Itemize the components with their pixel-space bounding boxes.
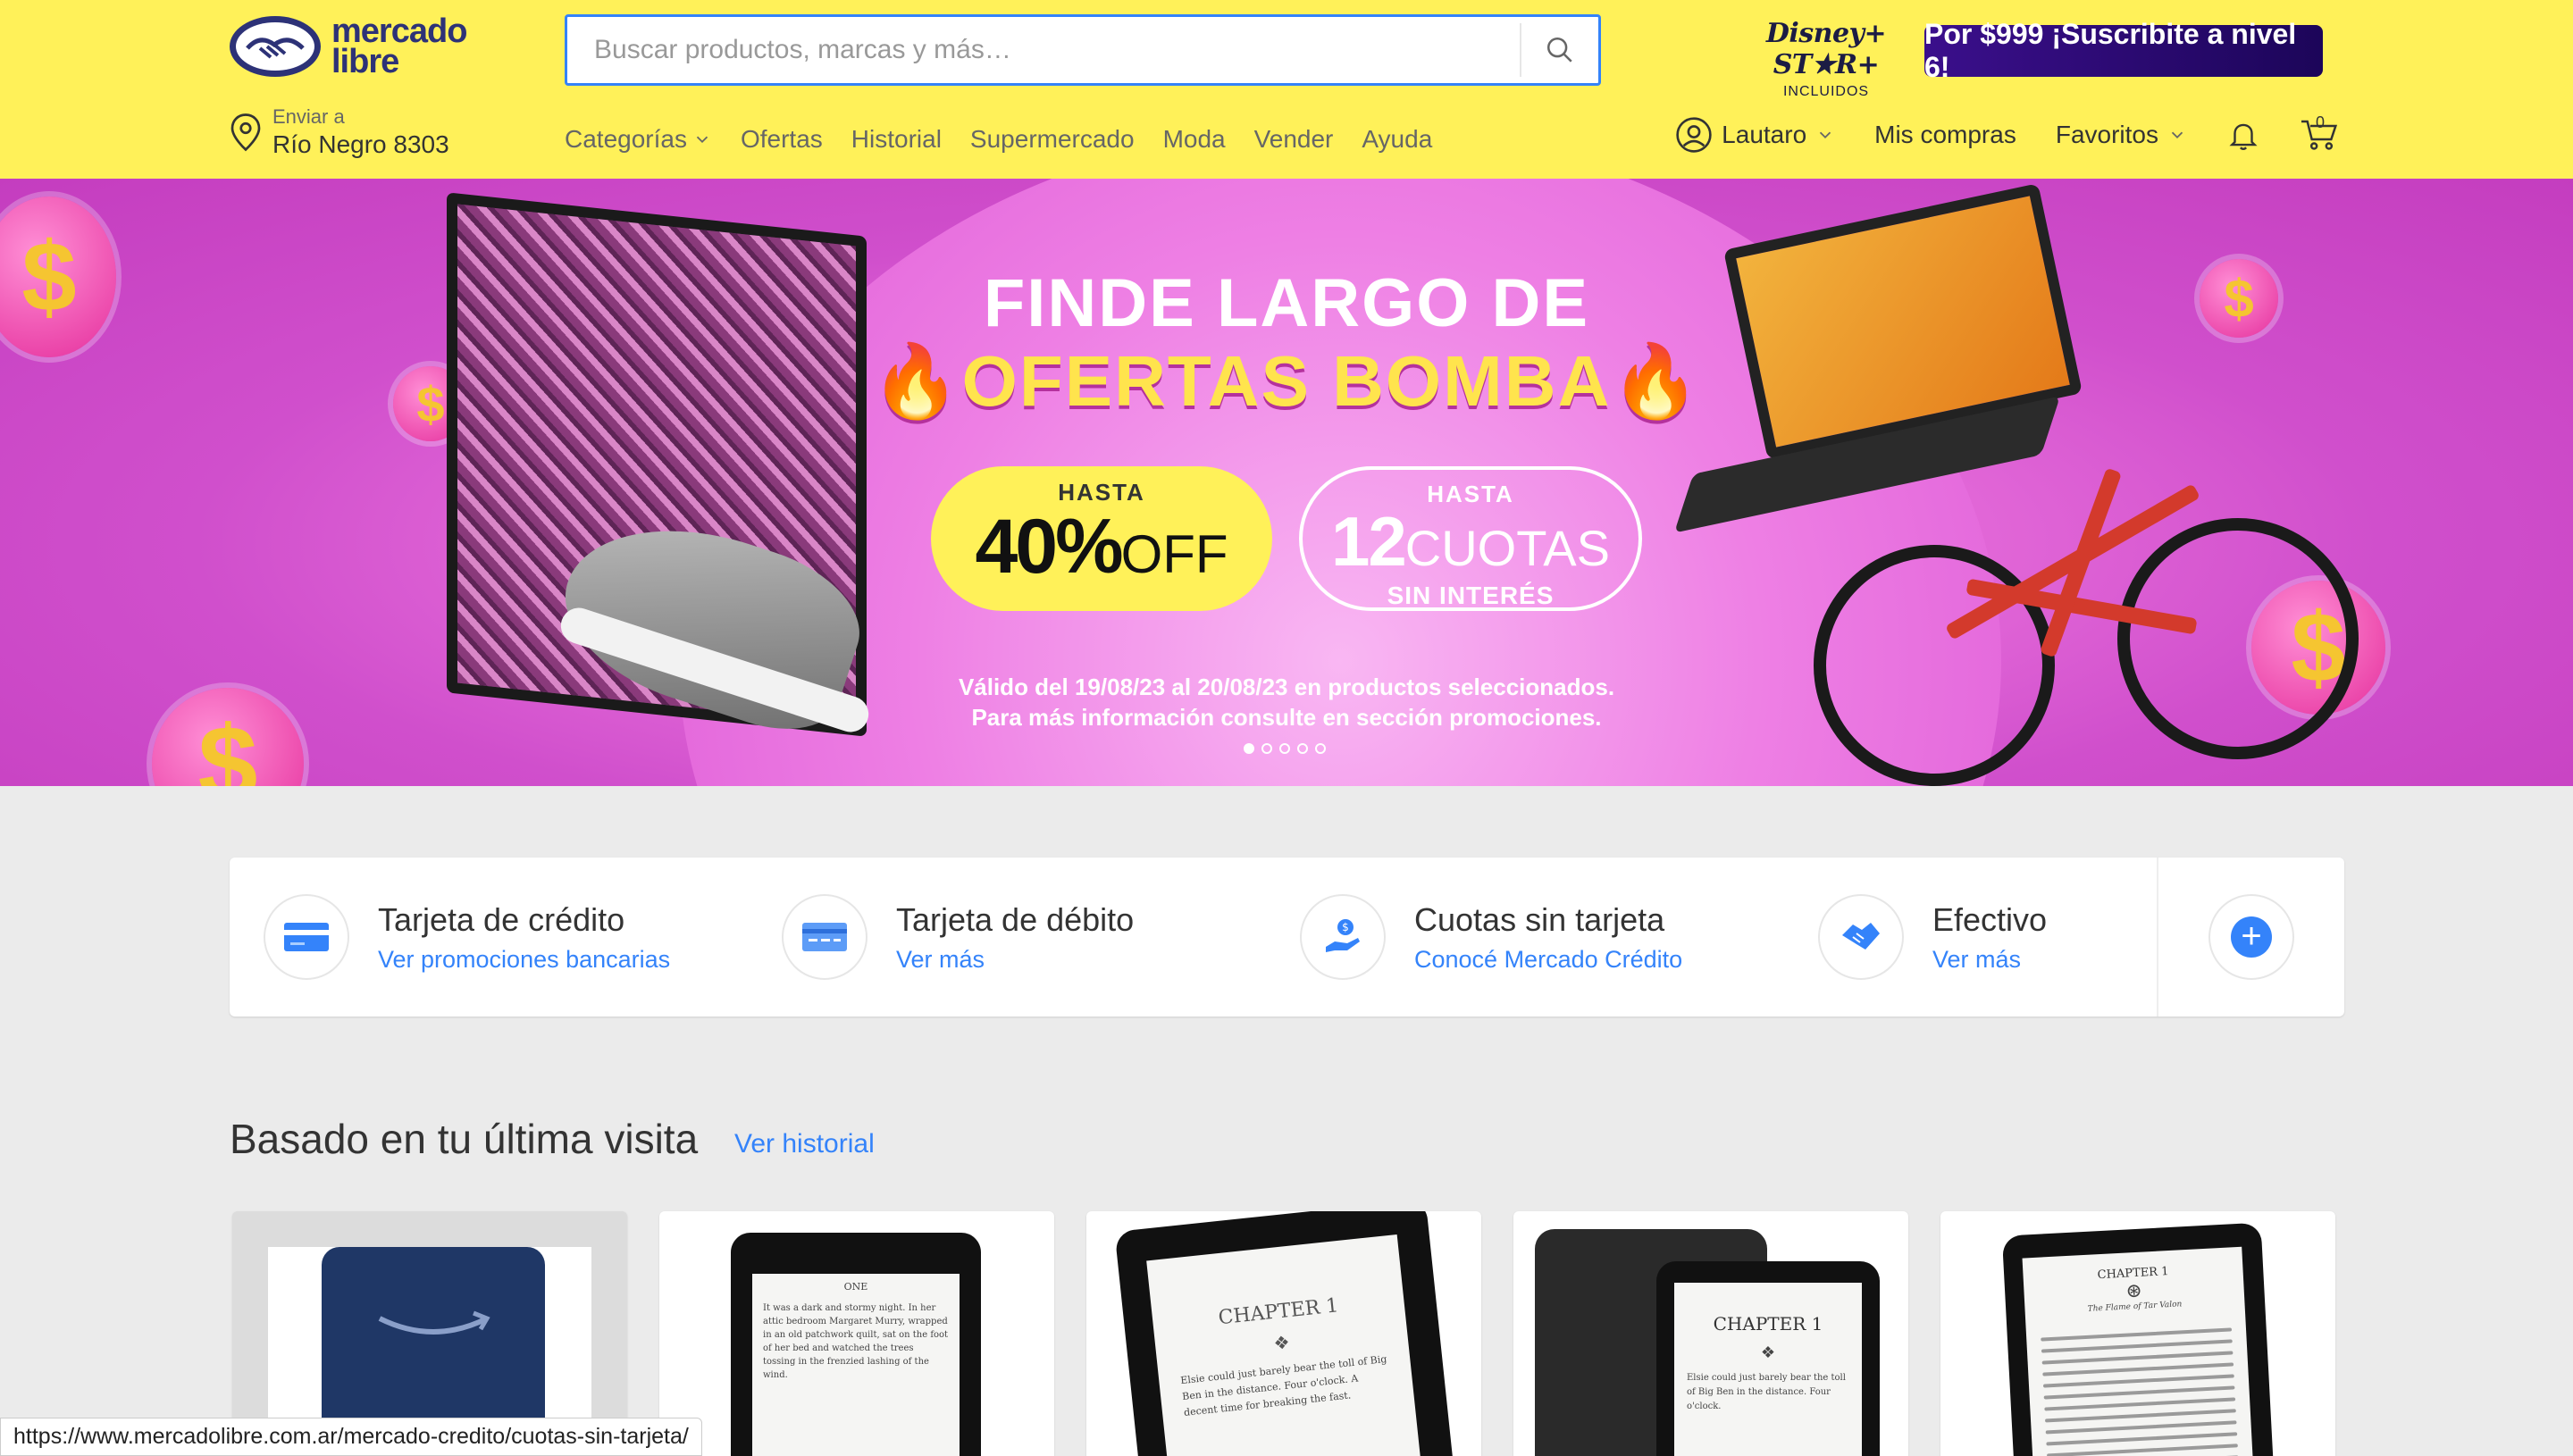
notifications-button[interactable]: [2226, 118, 2260, 152]
amazon-smile-icon: [378, 1310, 490, 1335]
search-input[interactable]: [567, 17, 1520, 83]
nav-supermercado[interactable]: Supermercado: [970, 125, 1135, 154]
payment-title: Tarjeta de débito: [896, 900, 1135, 938]
payment-title: Tarjeta de crédito: [378, 900, 625, 938]
discount-label: HASTA: [1058, 479, 1145, 506]
ereader-screen: CHAPTER 1 ⊛ The Flame of Tar Valon: [2022, 1246, 2254, 1456]
search-bar: [565, 14, 1601, 86]
installments-value: 12: [1331, 502, 1407, 581]
favorites-label: Favoritos: [2055, 121, 2158, 148]
carousel-dot[interactable]: [1244, 743, 1254, 754]
payment-link[interactable]: Ver más: [896, 946, 1134, 974]
handshake-logo-icon: [230, 16, 321, 77]
more-payment-methods-button[interactable]: +: [2157, 858, 2344, 1017]
payment-title: Cuotas sin tarjeta: [1414, 900, 1665, 938]
banner-title: FINDE LARGO DE: [983, 265, 1590, 341]
disney-star-banner[interactable]: Disney+ ST★R+ INCLUIDOS: [1746, 18, 1907, 100]
plus-icon: +: [2231, 916, 2272, 958]
installments-suffix: CUOTAS: [1404, 520, 1610, 576]
search-button[interactable]: [1520, 23, 1598, 77]
credit-card-icon: [264, 894, 349, 980]
discount-badge: HASTA 40%OFF: [931, 466, 1272, 611]
payment-link[interactable]: Ver más: [1932, 946, 2047, 974]
product-card[interactable]: ONE It was a dark and stormy night. In h…: [659, 1211, 1054, 1456]
view-history-link[interactable]: Ver historial: [734, 1129, 875, 1159]
subscription-promo-button[interactable]: Por $999 ¡Suscribite a nivel 6!: [1924, 18, 2323, 83]
chevron-down-icon: [2171, 131, 2183, 139]
carousel-dot[interactable]: [1279, 743, 1290, 754]
bicycle-rear-wheel: [1814, 545, 2055, 786]
cart-count: 0: [2316, 113, 2326, 131]
ereader-screen: CHAPTER 1 ❖ Elsie could just barely bear…: [1146, 1234, 1421, 1456]
carousel-dot[interactable]: [1261, 743, 1272, 754]
user-name: Lautaro: [1722, 121, 1807, 148]
carousel-dot[interactable]: [1315, 743, 1326, 754]
location-label: Enviar a: [272, 105, 345, 128]
payment-credit-card[interactable]: Tarjeta de crédito Ver promociones banca…: [230, 858, 748, 1017]
carousel-dots: [1244, 743, 1326, 754]
shipping-location[interactable]: Enviar a Río Negro 8303: [230, 105, 449, 159]
user-avatar-icon: [1676, 117, 1712, 153]
nav-historial[interactable]: Historial: [851, 125, 942, 154]
disney-star-logo: Disney+ ST★R+: [1765, 18, 1887, 80]
product-card[interactable]: CHAPTER 1 ❖ Elsie could just barely bear…: [1086, 1211, 1481, 1456]
bell-icon: [2229, 123, 2258, 151]
nav-categorias[interactable]: Categorías: [565, 125, 712, 154]
payment-methods: Tarjeta de crédito Ver promociones banca…: [230, 858, 2344, 1017]
mercadolibre-logo[interactable]: mercado libre: [230, 13, 467, 80]
payment-installments-no-card[interactable]: $ Cuotas sin tarjeta Conocé Mercado Créd…: [1266, 858, 1784, 1017]
installments-badge: HASTA 12CUOTAS SIN INTERÉS: [1299, 466, 1642, 611]
discount-suffix: OFF: [1120, 524, 1228, 584]
product-card[interactable]: CHAPTER 1 ❖ Elsie could just barely bear…: [1513, 1211, 1908, 1456]
user-menu[interactable]: Lautaro: [1675, 116, 1835, 154]
logo-text: mercado libre: [331, 13, 467, 80]
location-address: Río Negro 8303: [272, 130, 449, 158]
location-pin-icon: [230, 113, 261, 152]
bicycle-frame: [2039, 467, 2123, 658]
section-title: Basado en tu última visita: [230, 1116, 699, 1162]
nav-moda[interactable]: Moda: [1163, 125, 1226, 154]
chevron-down-icon: [696, 136, 708, 144]
search-icon: [1546, 37, 1572, 63]
main-nav: Categorías Ofertas Historial Supermercad…: [565, 125, 1432, 154]
payment-debit-card[interactable]: Tarjeta de débito Ver más: [748, 858, 1266, 1017]
header: mercado libre Disney+ ST★R+ INCLUIDOS Po…: [0, 0, 2573, 179]
status-bar-url: https://www.mercadolibre.com.ar/mercado-…: [0, 1418, 702, 1456]
cart-button[interactable]: 0: [2300, 113, 2339, 153]
product-card[interactable]: CHAPTER 1 ⊛ The Flame of Tar Valon: [1940, 1211, 2335, 1456]
user-nav: Lautaro Mis compras Favoritos 0: [1675, 113, 2339, 154]
debit-card-icon: [782, 894, 867, 980]
discount-value: 40%: [975, 504, 1123, 590]
favorites-menu[interactable]: Favoritos: [2056, 121, 2187, 149]
svg-text:$: $: [1342, 921, 1349, 933]
promo-banner[interactable]: $ $ $ $ $ FINDE LARGO DE 🔥OFERTAS BOMBA🔥…: [0, 179, 2573, 786]
payment-link[interactable]: Conocé Mercado Crédito: [1414, 946, 1682, 974]
payment-title: Efectivo: [1932, 900, 2048, 938]
chevron-down-icon: [1819, 131, 1831, 139]
handshake-icon: [1818, 894, 1904, 980]
payment-link[interactable]: Ver promociones bancarias: [378, 946, 670, 974]
installments-sub: SIN INTERÉS: [1387, 582, 1555, 609]
nav-ayuda[interactable]: Ayuda: [1362, 125, 1432, 154]
my-purchases-link[interactable]: Mis compras: [1874, 121, 2016, 149]
ereader-screen: ONE It was a dark and stormy night. In h…: [752, 1274, 960, 1456]
nav-ofertas[interactable]: Ofertas: [741, 125, 823, 154]
nav-vender[interactable]: Vender: [1254, 125, 1334, 154]
hand-coin-icon: $: [1300, 894, 1386, 980]
banner-legal-text: Válido del 19/08/23 al 20/08/23 en produ…: [958, 674, 1615, 731]
banner-title-highlight: 🔥OFERTAS BOMBA🔥: [871, 341, 1702, 421]
ereader-screen: CHAPTER 1 ❖ Elsie could just barely bear…: [1674, 1283, 1862, 1456]
disney-sub: INCLUIDOS: [1782, 84, 1870, 99]
carousel-dot[interactable]: [1297, 743, 1308, 754]
